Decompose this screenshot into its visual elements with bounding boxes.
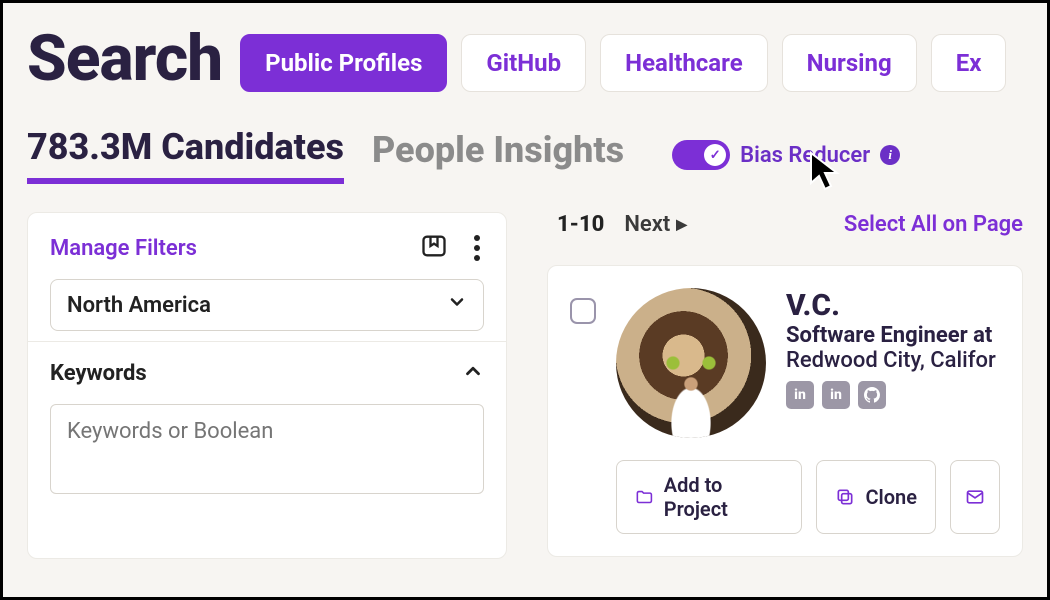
manage-filters-link[interactable]: Manage Filters — [50, 236, 197, 261]
triangle-right-icon: ▶ — [676, 217, 687, 233]
linkedin-icon[interactable]: in — [822, 381, 850, 409]
linkedin-icon[interactable]: in — [786, 381, 814, 409]
add-to-project-label: Add to Project — [664, 473, 784, 521]
chevron-down-icon — [447, 292, 467, 318]
clone-button[interactable]: Clone — [816, 460, 936, 534]
region-select[interactable]: North America — [50, 279, 484, 331]
bias-reducer-toggle[interactable]: ✓ — [672, 140, 730, 170]
mail-icon — [965, 487, 985, 507]
next-label: Next — [624, 212, 670, 237]
bias-reducer-label: Bias Reducer — [740, 143, 870, 168]
candidate-location: Redwood City, Califor — [786, 348, 996, 373]
chip-more[interactable]: Ex — [931, 34, 1007, 92]
filters-panel: Manage Filters North America Keywords — [27, 212, 507, 559]
results-column: 1-10 Next ▶ Select All on Page V.C. Soft… — [547, 212, 1023, 559]
clone-label: Clone — [865, 485, 917, 509]
copy-icon — [835, 487, 855, 507]
chip-nursing[interactable]: Nursing — [782, 34, 917, 92]
email-button[interactable] — [950, 460, 1000, 534]
candidate-name[interactable]: V.C. — [786, 288, 996, 323]
next-page-button[interactable]: Next ▶ — [624, 212, 687, 237]
source-chips: Public Profiles GitHub Healthcare Nursin… — [240, 34, 1006, 92]
kebab-menu-icon[interactable] — [470, 231, 484, 265]
chevron-up-icon[interactable] — [462, 360, 484, 386]
tab-people-insights[interactable]: People Insights — [372, 129, 624, 181]
keywords-section-label: Keywords — [50, 361, 147, 386]
info-icon[interactable]: i — [880, 145, 900, 165]
chip-healthcare[interactable]: Healthcare — [600, 34, 768, 92]
page-title: Search — [27, 21, 222, 96]
candidate-checkbox[interactable] — [570, 298, 596, 324]
folder-icon — [635, 487, 654, 507]
chip-github[interactable]: GitHub — [461, 34, 586, 92]
social-icons: in in — [786, 381, 996, 409]
saved-filters-icon[interactable] — [420, 232, 448, 264]
check-icon: ✓ — [704, 144, 726, 166]
divider — [28, 341, 506, 342]
results-range: 1-10 — [557, 212, 604, 237]
select-all-link[interactable]: Select All on Page — [844, 212, 1023, 237]
chip-public-profiles[interactable]: Public Profiles — [240, 34, 447, 92]
add-to-project-button[interactable]: Add to Project — [616, 460, 802, 534]
region-select-value: North America — [67, 293, 211, 318]
avatar[interactable] — [616, 288, 766, 438]
candidate-card: V.C. Software Engineer at Redwood City, … — [547, 265, 1023, 557]
candidate-role: Software Engineer at — [786, 323, 996, 348]
github-icon[interactable] — [858, 381, 886, 409]
tab-candidates[interactable]: 783.3M Candidates — [27, 126, 344, 184]
keywords-input[interactable] — [50, 404, 484, 494]
